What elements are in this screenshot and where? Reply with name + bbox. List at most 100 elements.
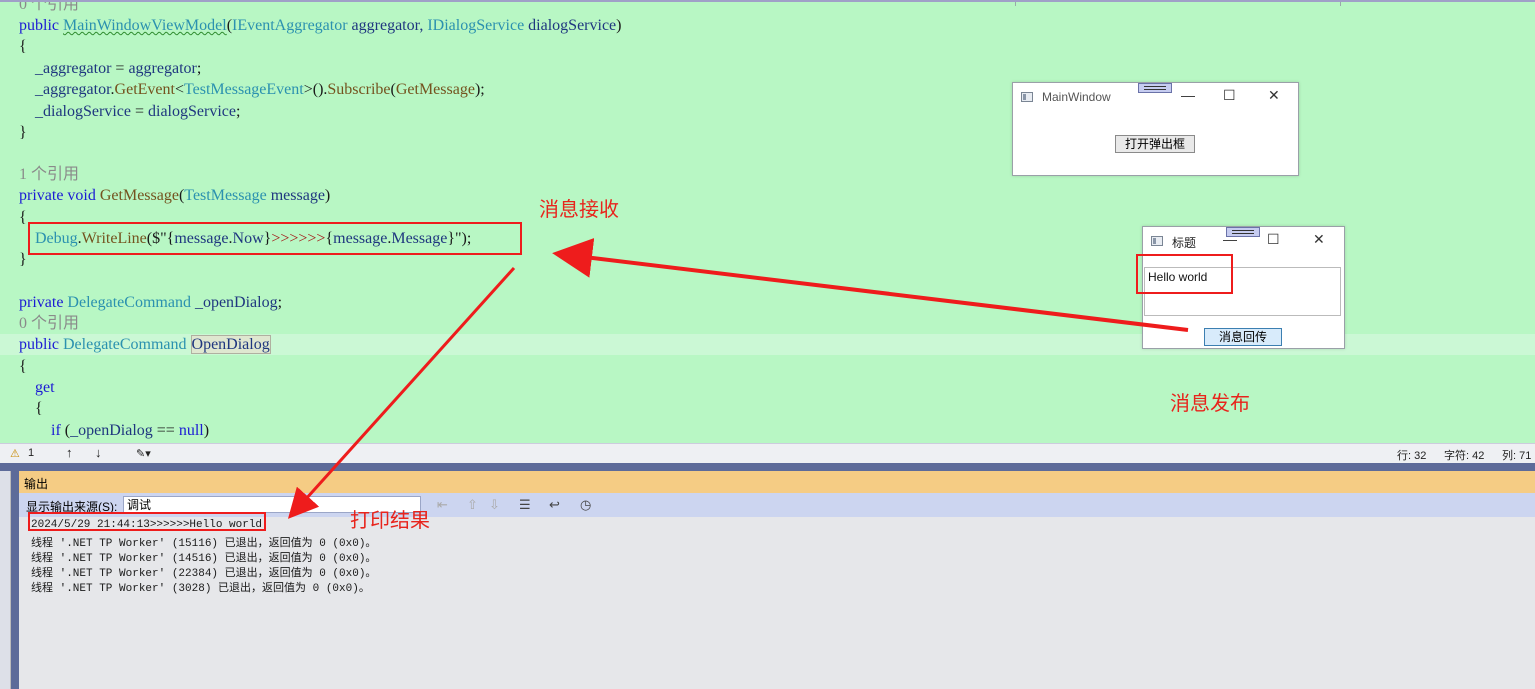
- code-token: null: [178, 422, 204, 439]
- code-token: IDialogService: [427, 17, 525, 34]
- code-token: MainWindowViewModel: [63, 17, 227, 34]
- code-token: GetEvent: [114, 81, 175, 98]
- code-token: private: [19, 294, 68, 311]
- code-line[interactable]: {: [0, 398, 1535, 419]
- open-dialog-button[interactable]: 打开弹出框: [1115, 135, 1195, 153]
- code-line[interactable]: {: [0, 36, 1535, 57]
- editor-status-bar: ⚠ 1 ↑ ↓ ✎▾ 行: 32 字符: 42 列: 71: [0, 443, 1535, 464]
- code-line[interactable]: 0 个引用: [0, 2, 1535, 15]
- code-token: {: [19, 38, 27, 55]
- minimize-icon[interactable]: —: [1181, 87, 1195, 103]
- code-token: >().: [303, 81, 328, 98]
- code-line[interactable]: _aggregator.GetEvent<TestMessageEvent>()…: [0, 79, 1535, 100]
- code-token: public: [19, 336, 63, 353]
- code-line[interactable]: [0, 143, 1535, 164]
- code-token: _aggregator: [19, 60, 112, 77]
- main-window-title: MainWindow: [1042, 90, 1111, 104]
- code-token: message: [266, 187, 325, 204]
- arrow-down-icon[interactable]: ↓: [95, 445, 102, 460]
- close-icon[interactable]: ✕: [1268, 87, 1280, 104]
- arrow-up-icon[interactable]: ↑: [66, 445, 73, 460]
- code-token: ;: [235, 103, 241, 120]
- code-token: }: [19, 124, 27, 141]
- warning-icon[interactable]: ⚠: [10, 447, 20, 460]
- code-references-hint[interactable]: 1 个引用: [19, 166, 79, 183]
- warning-count: 1: [28, 447, 35, 459]
- code-line[interactable]: _dialogService = dialogService;: [0, 101, 1535, 122]
- code-token: ): [203, 422, 210, 439]
- output-line: 线程 '.NET TP Worker' (3028) 已退出，返回值为 0 (0…: [31, 583, 370, 595]
- code-token: _aggregator: [19, 81, 111, 98]
- code-token: TestMessageEvent: [183, 81, 304, 98]
- textbox-highlight-box: [1136, 254, 1233, 294]
- output-highlight-box: [28, 512, 266, 531]
- code-token: _openDialog: [190, 294, 278, 311]
- code-token: GetMessage: [395, 81, 475, 98]
- clear-all-icon[interactable]: ☰: [519, 497, 531, 513]
- word-wrap-icon[interactable]: ↩: [549, 497, 560, 513]
- clock-icon[interactable]: ◷: [580, 497, 591, 513]
- dialog-window-icon: [1151, 236, 1163, 246]
- code-token: private void: [19, 187, 100, 204]
- code-token: Subscribe: [327, 81, 391, 98]
- code-token: dialogService: [524, 17, 617, 34]
- brush-icon[interactable]: ✎▾: [136, 447, 151, 460]
- code-token: aggregator: [128, 60, 197, 77]
- dialog-close-icon[interactable]: ✕: [1313, 231, 1325, 248]
- annotation-print: 打印结果: [350, 508, 430, 532]
- code-token: =: [111, 60, 129, 77]
- output-source-value: 调试: [127, 498, 152, 512]
- code-token: );: [474, 81, 485, 98]
- left-side-strip-dark: [11, 471, 19, 689]
- code-token: {: [19, 358, 27, 375]
- code-token: {: [19, 209, 27, 226]
- panel-separator: [0, 463, 1535, 471]
- code-token: dialogService: [148, 103, 236, 120]
- code-token: ): [324, 187, 331, 204]
- code-references-hint[interactable]: 0 个引用: [19, 315, 79, 332]
- prev-message-icon[interactable]: ⇧: [467, 497, 478, 513]
- code-token: ==: [152, 422, 179, 439]
- code-token: GetMessage: [99, 187, 179, 204]
- window-drag-handle[interactable]: [1138, 83, 1172, 93]
- code-line[interactable]: if (_openDialog == null): [0, 420, 1535, 441]
- output-line: 线程 '.NET TP Worker' (15116) 已退出，返回值为 0 (…: [31, 538, 377, 550]
- output-panel-title-bar[interactable]: 输出: [19, 471, 1535, 493]
- code-token: ;: [196, 60, 202, 77]
- code-token: get: [19, 379, 55, 396]
- code-token: <: [174, 81, 184, 98]
- code-token: }: [19, 251, 27, 268]
- code-token: {: [19, 400, 43, 417]
- code-line[interactable]: }: [0, 122, 1535, 143]
- code-token: if: [19, 422, 65, 439]
- code-line[interactable]: 1 个引用: [0, 164, 1535, 185]
- window-icon: [1021, 92, 1033, 102]
- code-line[interactable]: _aggregator = aggregator;: [0, 58, 1535, 79]
- code-line[interactable]: private void GetMessage(TestMessage mess…: [0, 185, 1535, 206]
- code-references-hint[interactable]: 0 个引用: [19, 2, 79, 13]
- maximize-icon[interactable]: ☐: [1223, 87, 1236, 104]
- code-token: TestMessage: [184, 187, 267, 204]
- code-token: ;: [277, 294, 283, 311]
- dialog-maximize-icon[interactable]: ☐: [1267, 231, 1280, 248]
- code-token: =: [130, 103, 148, 120]
- output-line: 线程 '.NET TP Worker' (14516) 已退出，返回值为 0 (…: [31, 553, 377, 565]
- main-window: MainWindow — ☐ ✕ 打开弹出框: [1012, 82, 1299, 176]
- dialog-title: 标题: [1172, 236, 1197, 250]
- left-side-strip: [0, 471, 11, 689]
- output-line: 线程 '.NET TP Worker' (22384) 已退出，返回值为 0 (…: [31, 568, 377, 580]
- send-back-button[interactable]: 消息回传: [1204, 328, 1282, 346]
- code-line[interactable]: get: [0, 377, 1535, 398]
- code-token: _dialogService: [19, 103, 131, 120]
- code-token: OpenDialog: [190, 335, 271, 354]
- code-token: aggregator,: [347, 17, 428, 34]
- goto-icon[interactable]: ⇤: [437, 497, 448, 513]
- code-line[interactable]: {: [0, 356, 1535, 377]
- char-indicator: 字符: 42: [1444, 450, 1485, 462]
- code-line[interactable]: public MainWindowViewModel(IEventAggrega…: [0, 15, 1535, 36]
- output-text-area[interactable]: 2024/5/29 21:44:13>>>>>>Hello world 线程 '.…: [19, 517, 1535, 689]
- next-message-icon[interactable]: ⇩: [489, 497, 500, 513]
- debug-line-highlight-box: [28, 222, 522, 255]
- dialog-drag-handle[interactable]: [1226, 227, 1260, 237]
